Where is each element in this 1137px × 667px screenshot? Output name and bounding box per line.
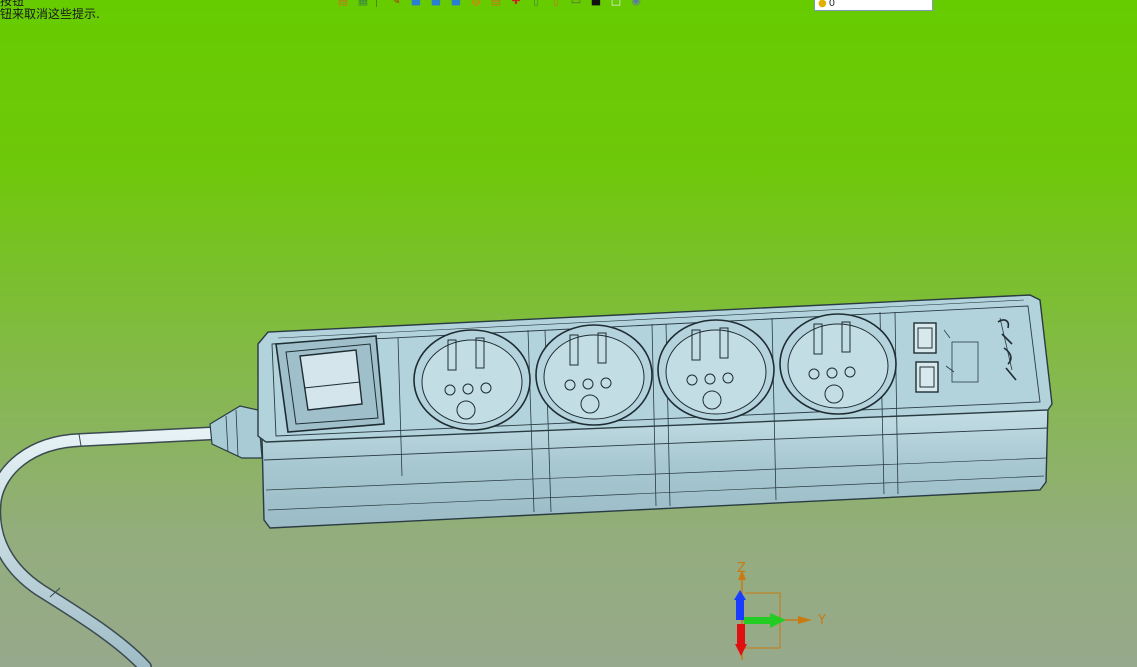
cable-strain-relief: [209, 405, 263, 459]
z-axis-label: Z: [737, 561, 746, 576]
power-cable[interactable]: [0, 426, 227, 667]
y-axis-label: Y: [817, 613, 826, 628]
usb-port-1[interactable]: [913, 322, 937, 354]
socket-3[interactable]: [657, 319, 775, 421]
socket-2[interactable]: [535, 324, 653, 426]
coordinate-triad: Z Y: [734, 561, 826, 660]
socket-1[interactable]: [413, 329, 531, 431]
3d-viewport[interactable]: Z Y: [0, 0, 1137, 667]
usb-port-2[interactable]: [915, 361, 939, 393]
socket-4[interactable]: [779, 313, 897, 415]
power-switch[interactable]: [275, 335, 385, 433]
